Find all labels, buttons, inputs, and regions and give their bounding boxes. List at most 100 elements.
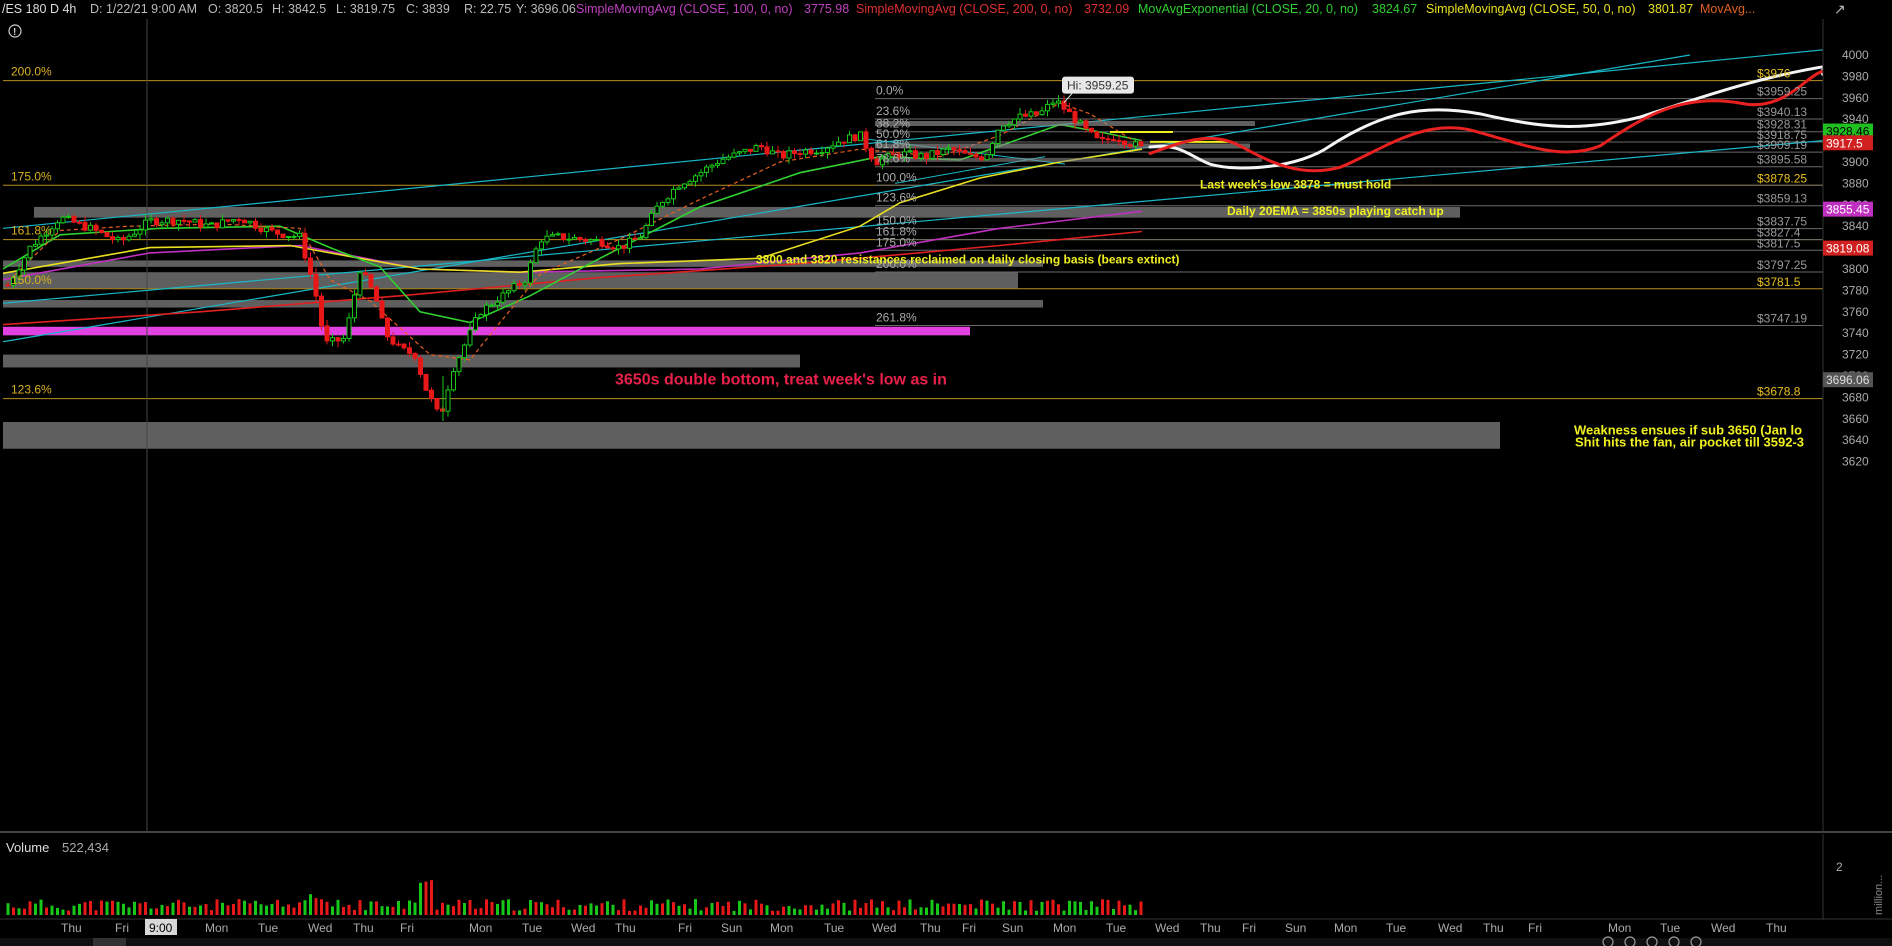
time-tick-label: Thu: [1200, 921, 1221, 935]
candle-body: [610, 247, 616, 250]
price-chart[interactable]: 200.0%175.0%161.8%150.0%123.6%0.0%23.6%3…: [0, 0, 1892, 946]
candle-body: [374, 286, 379, 302]
candle-body: [478, 314, 484, 319]
volume-bar: [309, 894, 312, 915]
volume-bar: [138, 903, 142, 915]
candle-body: [715, 163, 720, 166]
candle-body: [814, 152, 819, 155]
sma100-label[interactable]: SimpleMovingAvg (CLOSE, 100, 0, no): [576, 2, 793, 16]
candle-body: [192, 219, 198, 223]
volume-bar: [34, 903, 37, 915]
candle-body: [247, 220, 253, 224]
price-tick-label: 3620: [1842, 455, 1869, 469]
volume-bar: [1040, 901, 1044, 915]
candle-body: [797, 153, 803, 156]
candle-body: [550, 234, 555, 237]
volume-bar: [562, 907, 565, 915]
candle-body: [858, 131, 863, 142]
volume-bar: [397, 900, 400, 915]
candle-body: [1105, 138, 1111, 141]
volume-bar: [963, 904, 967, 915]
support-zone: [3, 300, 1043, 308]
candle-body: [236, 219, 242, 222]
volume-bar: [408, 900, 411, 915]
candle-body: [462, 344, 467, 359]
volume-bar: [842, 902, 846, 915]
volume-bar: [243, 900, 246, 915]
more-studies-label[interactable]: MovAvg...: [1700, 2, 1755, 16]
candle-body: [968, 152, 973, 155]
fib-label-right: 0.0%: [876, 84, 904, 98]
volume-bar: [650, 900, 653, 915]
volume-bar: [314, 898, 318, 915]
volume-bar: [303, 900, 307, 915]
volume-bar: [177, 899, 180, 915]
price-tick-label: 3760: [1842, 305, 1869, 319]
candle-body: [187, 220, 192, 223]
volume-bar: [556, 899, 560, 915]
price-tick-label: 3740: [1842, 326, 1869, 340]
volume-bar: [100, 900, 103, 915]
candle-body: [621, 245, 627, 249]
volume-bar: [985, 900, 989, 915]
candle-body: [984, 154, 990, 161]
volume-bar: [193, 906, 197, 915]
info-icon-glyph: !: [13, 27, 16, 38]
candle-body: [258, 227, 264, 233]
expand-icon[interactable]: ↗: [1834, 1, 1852, 17]
candle-body: [599, 238, 605, 247]
candle-body: [781, 151, 786, 159]
candle-body: [33, 243, 38, 247]
sma200-label[interactable]: SimpleMovingAvg (CLOSE, 200, 0, no): [856, 2, 1073, 16]
volume-bar: [815, 909, 818, 915]
price-tick-label: 3640: [1842, 433, 1869, 447]
volume-bar: [424, 881, 428, 915]
volume-bar: [39, 899, 43, 915]
volume-bar: [83, 902, 87, 915]
candle-body: [803, 149, 808, 155]
candle-body: [275, 229, 280, 235]
volume-bar: [518, 910, 521, 915]
ema20-label[interactable]: MovAvgExponential (CLOSE, 20, 0, no): [1138, 2, 1358, 16]
fib-label-left: 200.0%: [11, 65, 52, 79]
volume-bar: [738, 900, 741, 915]
candle-body: [649, 212, 654, 227]
candle-body: [764, 146, 770, 155]
candle-body: [379, 300, 385, 319]
volume-bar: [584, 905, 587, 915]
candle-body: [533, 248, 539, 264]
annotation-text: Daily 20EMA = 3850s playing catch up: [1227, 204, 1444, 218]
candle-body: [643, 225, 649, 239]
volume-bar: [1035, 910, 1038, 915]
candle-body: [1111, 139, 1116, 142]
time-tick-label: Thu: [615, 921, 636, 935]
sma50-label[interactable]: SimpleMovingAvg (CLOSE, 50, 0, no): [1426, 2, 1636, 16]
candle-body: [616, 245, 621, 250]
volume-bar: [1123, 905, 1126, 915]
volume-bar: [1002, 901, 1005, 915]
volume-bar: [127, 907, 131, 915]
candle-body: [324, 325, 330, 342]
volume-bar: [287, 904, 290, 915]
candle-body: [357, 272, 363, 296]
candle-body: [434, 398, 440, 410]
candle-body: [220, 219, 225, 229]
volume-bar: [716, 901, 719, 915]
volume-bar: [133, 901, 136, 915]
candle-body: [957, 149, 962, 152]
volume-bar: [699, 910, 703, 915]
high-label: H: 3842.5: [272, 2, 327, 16]
candle-body: [1045, 103, 1050, 112]
candle-body: [335, 337, 341, 342]
volume-bar: [694, 899, 697, 915]
candle-body: [368, 274, 374, 288]
symbol-label[interactable]: /ES 180 D 4h: [2, 2, 76, 16]
candle-body: [693, 175, 698, 182]
volume-bar: [45, 907, 48, 915]
fib-label-right: 123.6%: [876, 191, 917, 205]
volume-bar: [468, 900, 472, 915]
fib-label-right: 261.8%: [876, 311, 917, 325]
candle-body: [286, 236, 291, 239]
volume-bar: [1029, 900, 1033, 915]
support-zone: [3, 354, 800, 368]
